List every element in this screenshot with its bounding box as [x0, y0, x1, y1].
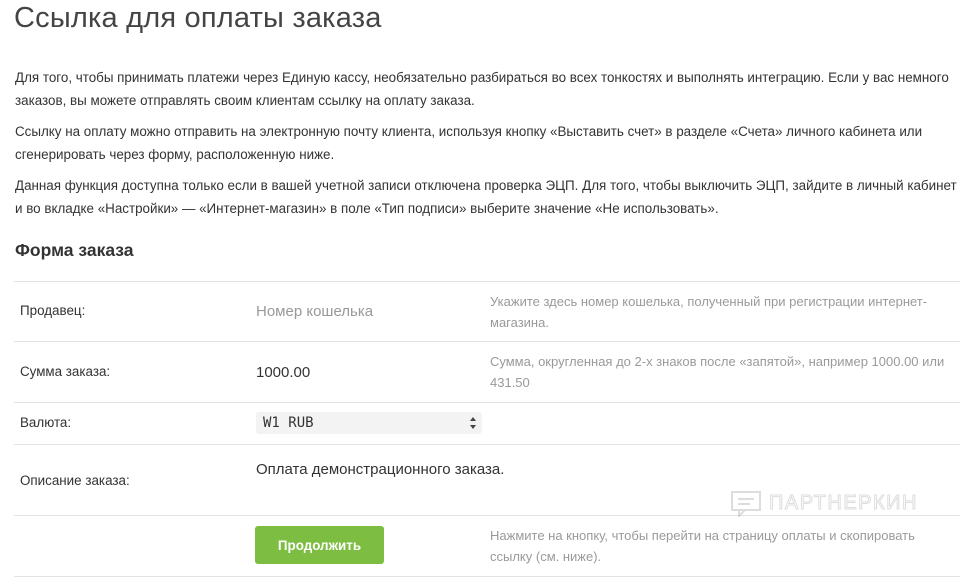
continue-button[interactable]: Продолжить [255, 526, 384, 564]
order-form: Продавец: Укажите здесь номер кошелька, … [14, 281, 960, 577]
seller-label: Продавец: [20, 303, 86, 318]
page-title: Ссылка для оплаты заказа [14, 2, 382, 34]
currency-row: Валюта: W1 RUB [14, 402, 960, 444]
seller-hint: Укажите здесь номер кошелька, полученный… [490, 294, 928, 330]
seller-row: Продавец: Укажите здесь номер кошелька, … [14, 281, 960, 341]
description-label: Описание заказа: [20, 473, 130, 488]
amount-hint: Сумма, округленная до 2-х знаков после «… [490, 354, 945, 390]
form-heading: Форма заказа [15, 240, 134, 260]
submit-row: Продолжить Нажмите на кнопку, чтобы пере… [14, 515, 960, 577]
signature-note-paragraph: Данная функция доступна только если в ва… [15, 178, 957, 216]
submit-hint: Нажмите на кнопку, чтобы перейти на стра… [490, 528, 915, 564]
amount-row: Сумма заказа: Сумма, округленная до 2-х … [14, 341, 960, 402]
currency-label: Валюта: [20, 415, 72, 430]
send-link-paragraph: Ссылку на оплату можно отправить на элек… [15, 124, 923, 162]
description-input[interactable] [256, 459, 696, 479]
amount-input[interactable] [256, 362, 476, 382]
wallet-number-input[interactable] [256, 301, 476, 321]
amount-label: Сумма заказа: [20, 364, 111, 379]
watermark-text: ПАРТНЕРКИН [769, 492, 918, 515]
currency-selected-value: W1 RUB [263, 415, 314, 431]
page: Ссылка для оплаты заказа Для того, чтобы… [0, 0, 974, 581]
partnerkin-logo-icon [731, 491, 761, 517]
intro-paragraph: Для того, чтобы принимать платежи через … [15, 70, 949, 108]
select-arrows-icon [470, 417, 476, 429]
watermark: ПАРТНЕРКИН [731, 489, 931, 519]
currency-select[interactable]: W1 RUB [256, 412, 482, 434]
